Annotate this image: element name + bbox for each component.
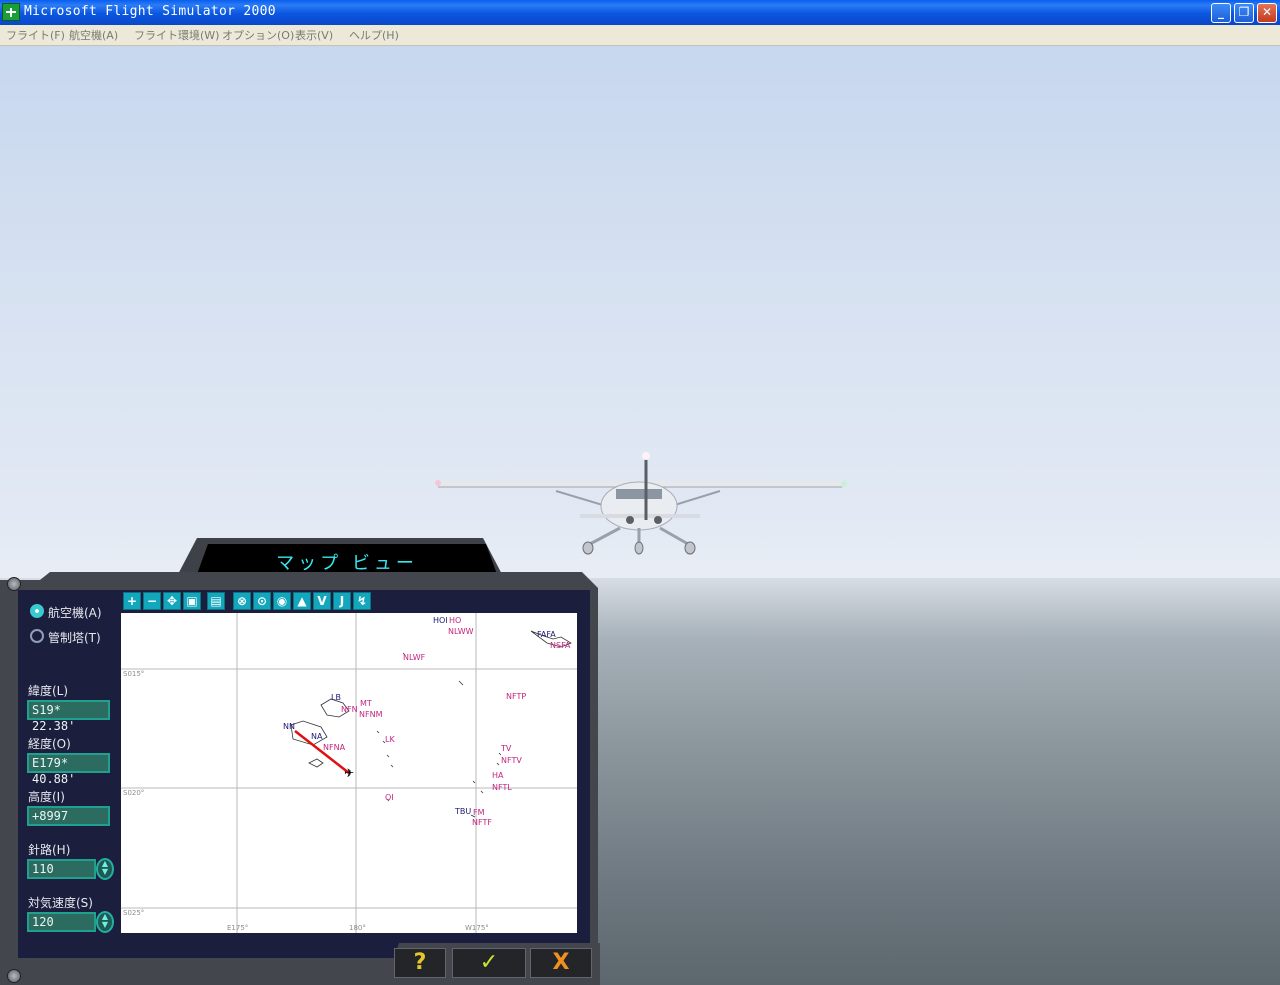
map-label: NFTF	[472, 818, 492, 827]
airport-icon[interactable]: ◉	[273, 592, 291, 610]
map-label: HO	[449, 616, 462, 625]
airspeed-field[interactable]: 120	[27, 912, 96, 932]
map-toolbar: + − ✥ ▣ ▤ ⊗ ⊙ ◉ ▲ V J ↯	[121, 592, 373, 612]
map-label: TV	[501, 744, 512, 753]
map-icon[interactable]: ▤	[207, 592, 225, 610]
altitude-label: 高度(I)	[28, 790, 65, 804]
map-label: HOI	[433, 616, 448, 625]
ndb-icon[interactable]: ⊙	[253, 592, 271, 610]
layers-icon[interactable]: ▣	[183, 592, 201, 610]
airspeed-label: 対気速度(S)	[28, 896, 93, 910]
airspeed-stepper[interactable]: ▲ ▼	[96, 911, 114, 933]
grid-label: S025°	[123, 909, 145, 917]
map-label: NFNA	[323, 743, 346, 752]
map-canvas[interactable]: ✈ S015° S020° S025° E175° 180° W175° HOI…	[121, 613, 577, 933]
map-view-title: マップ ビュー	[276, 553, 418, 574]
map-label: HA	[492, 771, 504, 780]
aircraft-radio-label: 航空機(A)	[48, 606, 102, 620]
map-label: NSFA	[550, 641, 571, 650]
route-icon[interactable]: ↯	[353, 592, 371, 610]
map-label: LB	[331, 693, 341, 702]
grid-label: S015°	[123, 670, 145, 678]
screw-icon	[7, 577, 21, 591]
tower-radio-label: 管制塔(T)	[48, 631, 101, 645]
menu-bar: フライト(F) 航空機(A) フライト環境(W) オプション(O) 表示(V) …	[0, 25, 1280, 46]
map-label: NLWF	[403, 653, 426, 662]
altitude-field[interactable]: +8997	[27, 806, 110, 826]
maximize-button[interactable]: ❐	[1234, 3, 1254, 23]
svg-text:✈: ✈	[344, 766, 354, 780]
map-grid: ✈	[121, 613, 577, 933]
app-icon	[2, 3, 20, 21]
map-label: NN	[283, 722, 295, 731]
map-label: NLWW	[448, 627, 474, 636]
ok-button[interactable]: ✓	[452, 948, 526, 978]
menu-world[interactable]: フライト環境(W)	[134, 27, 219, 43]
map-label: NFTL	[492, 783, 512, 792]
aircraft-radio[interactable]	[30, 604, 44, 618]
map-label: NFTV	[501, 756, 522, 765]
title-bar: Microsoft Flight Simulator 2000 _ ❐ ✕	[0, 0, 1280, 25]
zoom-in-icon[interactable]: +	[123, 592, 141, 610]
longitude-label: 経度(O)	[28, 737, 71, 751]
map-label: FM	[473, 808, 485, 817]
longitude-field[interactable]: E179* 40.88'	[27, 753, 110, 786]
minimize-button[interactable]: _	[1211, 3, 1231, 23]
airway-v-button[interactable]: V	[313, 592, 331, 610]
map-label: TBU	[455, 807, 472, 816]
menu-aircraft[interactable]: 航空機(A)	[69, 27, 118, 43]
tower-radio[interactable]	[30, 629, 44, 643]
center-icon[interactable]: ✥	[163, 592, 181, 610]
map-label: NFNM	[359, 710, 383, 719]
menu-options[interactable]: オプション(O)	[222, 27, 294, 43]
menu-view[interactable]: 表示(V)	[295, 27, 333, 43]
menu-help[interactable]: ヘルプ(H)	[349, 27, 399, 43]
map-label: MT	[360, 699, 372, 708]
map-label: NFN	[341, 705, 358, 714]
cancel-button[interactable]: X	[530, 948, 592, 978]
heading-field[interactable]: 110	[27, 859, 96, 879]
heading-stepper[interactable]: ▲ ▼	[96, 858, 114, 880]
map-label: NFTP	[506, 692, 527, 701]
airway-j-button[interactable]: J	[333, 592, 351, 610]
latitude-field[interactable]: S19* 22.38'	[27, 700, 110, 733]
menu-flight[interactable]: フライト(F)	[6, 27, 65, 43]
grid-label: S020°	[123, 789, 145, 797]
zoom-out-icon[interactable]: −	[143, 592, 161, 610]
screw-icon	[7, 969, 21, 983]
grid-label: W175°	[465, 924, 489, 932]
triangle-icon[interactable]: ▲	[293, 592, 311, 610]
heading-label: 針路(H)	[28, 843, 71, 857]
map-label: LK	[385, 735, 395, 744]
latitude-label: 緯度(L)	[28, 684, 69, 698]
help-button[interactable]: ?	[394, 948, 446, 978]
close-button[interactable]: ✕	[1257, 3, 1277, 23]
grid-label: 180°	[349, 924, 366, 932]
grid-label: E175°	[227, 924, 249, 932]
vor-icon[interactable]: ⊗	[233, 592, 251, 610]
map-label: NA	[311, 732, 323, 741]
map-label: FAFA	[537, 630, 556, 639]
map-label: OI	[385, 793, 394, 802]
aircraft-image	[435, 452, 847, 555]
window-title: Microsoft Flight Simulator 2000	[24, 4, 276, 19]
